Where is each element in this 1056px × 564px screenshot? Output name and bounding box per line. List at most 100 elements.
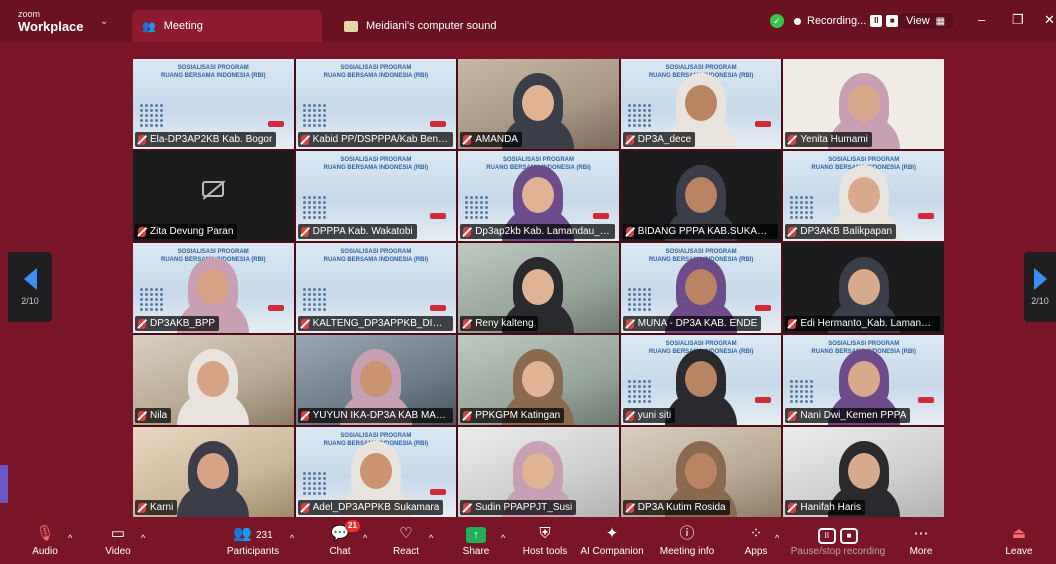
pause-recording-icon[interactable]: II [870, 15, 883, 27]
participant-name: DP3A_dece [637, 134, 692, 145]
pause-icon: II [817, 528, 836, 544]
ai-companion-button[interactable]: ✦ AI Companion [577, 524, 647, 557]
participant-nameplate: Nani Dwi_Kemen PPPA [785, 408, 911, 423]
microphone-muted-icon [625, 226, 634, 237]
tab-computer-sound-label: Meidiani's computer sound [366, 20, 497, 32]
slide-dot-pattern [789, 379, 816, 405]
participants-button[interactable]: 👥 231 ^ Participants [218, 524, 294, 557]
participant-tile[interactable]: SOSIALISASI PROGRAM RUANG BERSAMA INDONES… [133, 59, 294, 149]
slide-logo [267, 305, 284, 311]
participant-tile[interactable]: Hanifah Haris [783, 427, 944, 517]
meeting-info-label: Meeting info [659, 546, 715, 557]
participant-tile[interactable]: Yenita Humami [783, 59, 944, 149]
apps-icon: ⁘ [749, 525, 763, 542]
chevron-up-icon[interactable]: ^ [501, 528, 505, 548]
participant-tile[interactable]: DP3A Kutim Rosida [620, 427, 782, 517]
participant-name: DP3A Kutim Rosida [637, 502, 726, 513]
shared-slide-heading: SOSIALISASI PROGRAM RUANG BERSAMA INDONES… [296, 65, 457, 81]
pause-stop-recording-button[interactable]: II ■ Pause/stop recording [788, 524, 888, 557]
participant-nameplate: MUNA - DP3A KAB. ENDE [622, 316, 762, 331]
arrow-right-icon [1033, 268, 1047, 290]
participant-name: Dp3ap2kb Kab. Lamandau_Fe... [475, 226, 612, 237]
participant-tile[interactable]: Karni [133, 427, 294, 517]
participant-tile[interactable]: YUYUN IKA-DP3A KAB MALA... [295, 335, 457, 425]
participant-tile[interactable]: Sudin PPAPPJT_Susi [458, 427, 619, 517]
participant-nameplate: YUYUN IKA-DP3A KAB MALA... [297, 408, 453, 423]
participant-tile[interactable]: Edi Hermanto_Kab. Lamandau [783, 243, 944, 333]
microphone-muted-icon [625, 502, 634, 513]
meeting-info-button[interactable]: ⓘ Meeting info [652, 524, 722, 557]
participant-tile[interactable]: SOSIALISASI PROGRAM RUANG BERSAMA INDONES… [620, 335, 782, 425]
participant-nameplate: DP3A_dece [622, 132, 696, 147]
slide-logo [430, 121, 447, 127]
participant-tile[interactable]: BIDANG PPPA KAB.SUKAMARA [620, 151, 782, 241]
participants-label: Participants [226, 546, 280, 557]
more-button[interactable]: ⋯ More [886, 524, 956, 557]
participant-tile[interactable]: Zita Devung Paran [133, 151, 294, 241]
participant-tile[interactable]: Reny kalteng [458, 243, 619, 333]
minimize-icon[interactable]: – [978, 12, 985, 27]
participant-nameplate: Kabid PP/DSPPPA/Kab Bengk... [297, 132, 453, 147]
share-button[interactable]: ↑ ^ Share [441, 524, 511, 557]
participant-tile[interactable]: SOSIALISASI PROGRAM RUANG BERSAMA INDONES… [295, 427, 457, 517]
participant-tile[interactable]: SOSIALISASI PROGRAM RUANG BERSAMA INDONES… [783, 151, 944, 241]
participant-tile[interactable]: SOSIALISASI PROGRAM RUANG BERSAMA INDONES… [783, 335, 944, 425]
chevron-up-icon[interactable]: ^ [141, 528, 145, 548]
microphone-muted-icon [300, 502, 309, 513]
tab-computer-sound[interactable]: Meidiani's computer sound [334, 10, 564, 42]
react-button[interactable]: ♡ ^ React [371, 524, 441, 557]
encryption-shield-icon[interactable]: ✓ [770, 14, 784, 28]
chevron-up-icon[interactable]: ^ [363, 528, 367, 548]
participant-tile[interactable]: AMANDA [458, 59, 619, 149]
video-button[interactable]: ▭ ^ Video [83, 524, 153, 557]
recording-label: Recording... [807, 15, 867, 27]
info-icon: ⓘ [679, 525, 695, 542]
next-page-button[interactable]: 2/10 [1024, 252, 1056, 322]
participant-nameplate: Reny kalteng [460, 316, 538, 331]
tab-meeting[interactable]: 👥 Meeting [132, 10, 322, 42]
previous-page-button[interactable]: 2/10 [8, 252, 52, 322]
participant-name: DP3AKB Balikpapan [800, 226, 893, 237]
slide-dot-pattern [139, 103, 165, 129]
chat-button[interactable]: 💬 21 ^ Chat [305, 520, 375, 557]
leave-label: Leave [1005, 546, 1033, 557]
participant-tile[interactable]: SOSIALISASI PROGRAM RUANG BERSAMA INDONES… [620, 59, 782, 149]
microphone-muted-icon [625, 410, 634, 421]
participant-nameplate: KALTENG_DP3APPKB_DINY A... [297, 316, 453, 331]
chevron-up-icon[interactable]: ^ [290, 528, 294, 548]
participant-tile[interactable]: SOSIALISASI PROGRAM RUANG BERSAMA INDONES… [133, 243, 294, 333]
restore-icon[interactable]: ❐ [1012, 12, 1024, 28]
chevron-up-icon[interactable]: ^ [775, 528, 779, 548]
camera-off-icon [202, 180, 225, 197]
slide-title-line: SOSIALISASI PROGRAM [828, 341, 900, 347]
zoom-workplace-logo[interactable]: zoom Workplace [18, 10, 84, 34]
leave-button[interactable]: ⏏ Leave [984, 524, 1054, 557]
heart-icon: ♡ [399, 525, 413, 542]
recording-dot-icon [794, 17, 801, 25]
participant-nameplate: Nila [135, 408, 172, 423]
host-tools-button[interactable]: ⛨ Host tools [510, 524, 580, 557]
apps-button[interactable]: ⁘ ^ Apps [721, 524, 791, 557]
participant-tile[interactable]: SOSIALISASI PROGRAM RUANG BERSAMA INDONES… [295, 151, 457, 241]
participant-tile[interactable]: Nila [133, 335, 294, 425]
video-gallery: SOSIALISASI PROGRAM RUANG BERSAMA INDONES… [133, 59, 944, 517]
chevron-up-icon[interactable]: ^ [68, 528, 72, 548]
chevron-up-icon[interactable]: ^ [429, 528, 433, 548]
microphone-muted-icon [138, 134, 146, 145]
participant-tile[interactable]: SOSIALISASI PROGRAM RUANG BERSAMA INDONES… [295, 59, 457, 149]
participant-tile[interactable]: SOSIALISASI PROGRAM RUANG BERSAMA INDONES… [458, 151, 619, 241]
view-button[interactable]: View ▦ [898, 13, 954, 29]
participant-video [177, 441, 250, 517]
microphone-muted-icon [788, 502, 797, 513]
close-icon[interactable]: ✕ [1044, 12, 1055, 28]
participant-tile[interactable]: SOSIALISASI PROGRAM RUANG BERSAMA INDONES… [295, 243, 457, 333]
participant-nameplate: DP3AKB Balikpapan [785, 224, 897, 239]
slide-subtitle-line: RUANG BERSAMA INDONESIA (RBI) [323, 72, 429, 79]
chevron-down-icon[interactable]: ⌄ [100, 16, 108, 27]
microphone-muted-icon [463, 502, 472, 513]
audio-button[interactable]: 🎙 ^ Audio [10, 524, 80, 557]
participant-tile[interactable]: SOSIALISASI PROGRAM RUANG BERSAMA INDONES… [620, 243, 782, 333]
participant-tile[interactable]: PPKGPM Katingan [458, 335, 619, 425]
stop-recording-icon[interactable]: ■ [886, 15, 899, 27]
sound-share-icon [344, 20, 358, 32]
